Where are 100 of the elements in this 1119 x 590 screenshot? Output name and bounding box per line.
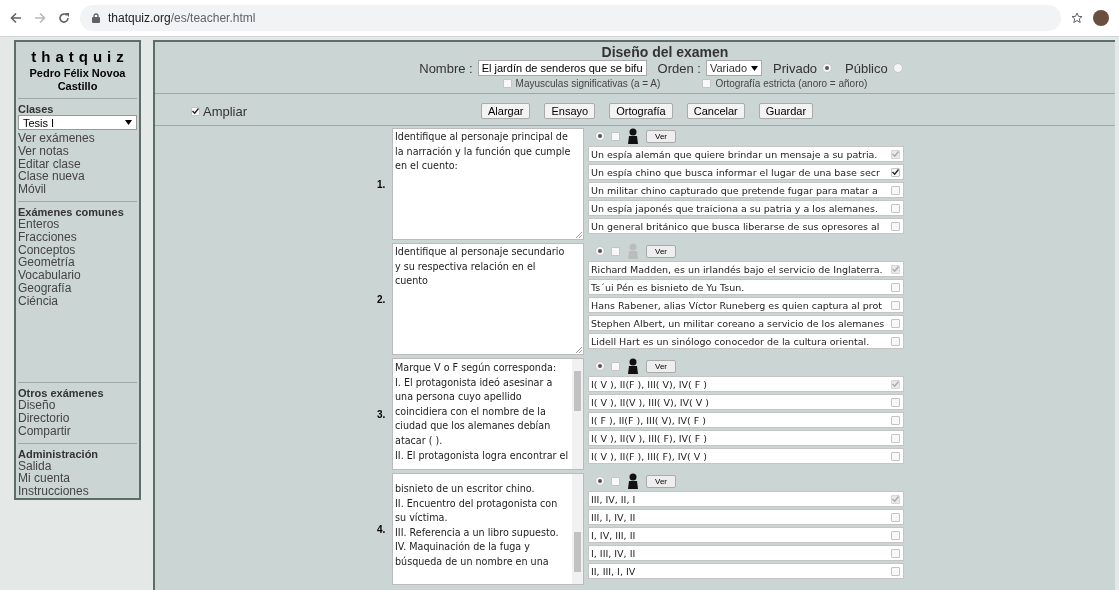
answer-checkbox[interactable] bbox=[891, 282, 900, 292]
answer-field[interactable]: I( F ), II(F ), III( V), IV( F ) bbox=[588, 412, 904, 428]
answer-checkbox[interactable] bbox=[891, 415, 900, 425]
sidebar-link[interactable]: Ciéncia bbox=[18, 294, 137, 308]
exam-title: Diseño del examen bbox=[601, 44, 729, 60]
answer-checkbox[interactable] bbox=[891, 566, 900, 576]
answer-checkbox[interactable] bbox=[891, 548, 900, 558]
question-checkbox[interactable] bbox=[611, 361, 620, 371]
option-checkbox[interactable] bbox=[702, 79, 712, 88]
scrollbar[interactable] bbox=[572, 359, 583, 469]
view-button[interactable]: Ver bbox=[646, 359, 676, 373]
address-bar[interactable]: thatquiz.org/es/teacher.html bbox=[80, 5, 1061, 31]
sidebar-link[interactable]: Directorio bbox=[18, 412, 137, 425]
answer-field[interactable]: Un general británico que busca liberarse de sus opresores al bbox=[588, 218, 904, 234]
answer-checkbox[interactable] bbox=[891, 203, 900, 213]
question-number: 4. bbox=[377, 523, 387, 535]
caret-icon bbox=[751, 65, 758, 71]
question-checkbox[interactable] bbox=[611, 476, 620, 486]
question-checkbox[interactable] bbox=[611, 131, 620, 141]
sidebar-link[interactable]: Editar clase bbox=[18, 157, 137, 171]
view-button[interactable]: Ver bbox=[646, 244, 676, 258]
section-heading: Otros exámenes bbox=[18, 387, 105, 400]
answer-field[interactable]: I, III, IV, II bbox=[588, 545, 904, 561]
question-textarea[interactable]: Identifique al personaje principal de la narración y la función que cumple en el cuento: bbox=[392, 128, 584, 240]
answer-field[interactable]: III, I, IV, II bbox=[588, 509, 904, 525]
expand-checkbox[interactable] bbox=[191, 106, 200, 116]
question-checkbox[interactable] bbox=[611, 246, 620, 256]
answer-field[interactable]: Ts´ui Pén es bisnieto de Yu Tsun. bbox=[588, 279, 904, 295]
sidebar-link[interactable]: Salida bbox=[18, 459, 137, 473]
toolbar-button[interactable]: Guardar bbox=[758, 103, 814, 119]
back-arrow-icon[interactable] bbox=[10, 12, 22, 24]
option-checkbox[interactable] bbox=[502, 79, 512, 88]
visibility-radio[interactable] bbox=[892, 63, 903, 73]
answer-checkbox[interactable] bbox=[891, 336, 900, 346]
visibility-radio[interactable] bbox=[822, 63, 833, 73]
sidebar-link[interactable]: Ver notas bbox=[18, 144, 137, 158]
order-dropdown[interactable]: Variado bbox=[705, 60, 762, 76]
sidebar-link[interactable]: Diseño bbox=[18, 399, 137, 412]
resize-grip-icon bbox=[576, 347, 582, 353]
answer-field[interactable]: II, III, I, IV bbox=[588, 563, 904, 579]
question-radio[interactable] bbox=[595, 131, 605, 141]
answer-checkbox[interactable] bbox=[891, 300, 900, 310]
answer-field[interactable]: I( V ), II(V ), III( V), IV( V ) bbox=[588, 394, 904, 410]
forward-arrow-icon[interactable] bbox=[34, 12, 46, 24]
section-heading: Exámenes comunes bbox=[18, 206, 125, 218]
sidebar-link[interactable]: Fracciones bbox=[18, 230, 137, 244]
answer-field[interactable]: Stephen Albert, un militar coreano a servicio de los alemanes bbox=[588, 315, 904, 331]
class-select[interactable]: Tesis I bbox=[18, 115, 137, 130]
question-radio[interactable] bbox=[595, 246, 605, 256]
answer-field[interactable]: Un espía japonés que traiciona a su patria y a los alemanes. bbox=[588, 200, 904, 216]
url-text: thatquiz.org/es/teacher.html bbox=[108, 11, 256, 25]
answer-checkbox[interactable] bbox=[891, 433, 900, 443]
sidebar-link[interactable]: Compartir bbox=[18, 424, 137, 438]
sidebar-link[interactable]: Ver exámenes bbox=[18, 132, 137, 145]
answer-checkbox[interactable] bbox=[891, 397, 900, 407]
answer-field[interactable]: I( V ), II(V ), III( F), IV( F ) bbox=[588, 430, 904, 446]
answer-checkbox[interactable] bbox=[891, 318, 900, 328]
question-radio[interactable] bbox=[595, 361, 605, 371]
sidebar-link[interactable]: Mi cuenta bbox=[18, 472, 137, 486]
profile-avatar[interactable] bbox=[1093, 10, 1109, 26]
answer-checkbox[interactable] bbox=[891, 167, 900, 177]
question-textarea[interactable]: Identifique al personaje secundario y su respectiva relación en el cuento bbox=[392, 243, 584, 355]
view-button[interactable]: Ver bbox=[646, 474, 676, 488]
toolbar-button[interactable]: Ensayo bbox=[544, 103, 596, 119]
answer-checkbox[interactable] bbox=[891, 451, 900, 461]
option-label: Mayusculas significativas (a = A) bbox=[515, 78, 661, 89]
question-number: 3. bbox=[377, 408, 387, 420]
answer-field[interactable]: Un espía chino que busca informar el lugar de una base secr bbox=[588, 164, 904, 180]
sidebar-link[interactable]: Instrucciones bbox=[18, 485, 137, 498]
question-number: 1. bbox=[377, 178, 387, 190]
answer-text: Un espía japonés que traiciona a su patria y a los alemanes. bbox=[591, 202, 878, 214]
question-textarea[interactable]: Marque V o F según corresponda: I. El protagonista ideó asesinar a una persona cuyo apellido coincidiera con el nombre de la ciudad que los alemanes debían atacar ( ). II. El protagonista logra encontrar el bbox=[392, 358, 584, 470]
toolbar-button[interactable]: Ortografía bbox=[609, 103, 673, 119]
question-textarea[interactable]: bisnieto de un escritor chino. II. Encuentro del protagonista con su víctima. III. Referencia a un libro supuesto. IV. Maquinación de la fuga y búsqueda de un nombre en una bbox=[392, 473, 584, 585]
answer-checkbox[interactable] bbox=[891, 512, 900, 522]
answer-text: I( V ), II(F ), III( F), IV( V ) bbox=[591, 450, 707, 462]
answer-checkbox[interactable] bbox=[891, 530, 900, 540]
sidebar-link[interactable]: Geometría bbox=[18, 256, 137, 270]
sidebar-link[interactable]: Geografía bbox=[18, 281, 137, 295]
answer-text: I( V ), II(F ), III( V), IV( F ) bbox=[591, 378, 707, 390]
view-button[interactable]: Ver bbox=[646, 129, 676, 143]
answer-checkbox[interactable] bbox=[891, 185, 900, 195]
answer-field[interactable]: Lidell Hart es un sinólogo conocedor de la cultura oriental. bbox=[588, 333, 904, 349]
sidebar-link[interactable]: Enteros bbox=[18, 218, 137, 231]
answer-field[interactable]: Un militar chino capturado que pretende fugar para matar a bbox=[588, 182, 904, 198]
toolbar-button[interactable]: Cancelar bbox=[686, 103, 745, 119]
name-field[interactable]: El jardín de senderos que se bifu bbox=[477, 60, 647, 76]
question-radio[interactable] bbox=[595, 476, 605, 486]
sidebar-link[interactable]: Clase nueva bbox=[18, 170, 137, 184]
answer-field[interactable]: Hans Rabener, alias Víctor Runeberg es quien captura al prot bbox=[588, 297, 904, 313]
reload-icon[interactable] bbox=[58, 12, 70, 24]
sidebar-link[interactable]: Vocabulario bbox=[18, 269, 137, 282]
star-icon[interactable] bbox=[1071, 12, 1083, 24]
toolbar-button[interactable]: Alargar bbox=[481, 103, 531, 119]
answer-field[interactable]: I( V ), II(F ), III( F), IV( V ) bbox=[588, 448, 904, 464]
sidebar-link[interactable]: Conceptos bbox=[18, 243, 137, 257]
scrollbar[interactable] bbox=[572, 474, 583, 584]
answer-field[interactable]: I, IV, III, II bbox=[588, 527, 904, 543]
sidebar-link[interactable]: Móvil bbox=[18, 183, 137, 196]
answer-checkbox[interactable] bbox=[891, 221, 900, 231]
